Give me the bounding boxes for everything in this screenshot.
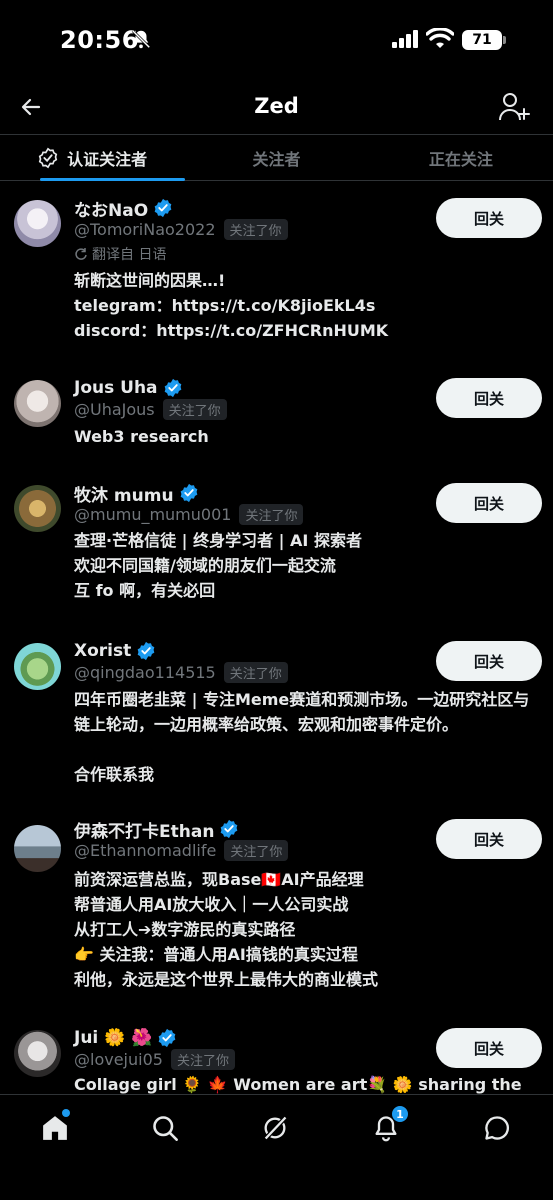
bottom-navigation: 1 <box>0 1094 553 1200</box>
verified-badge-icon <box>159 1028 176 1048</box>
nav-home[interactable] <box>38 1109 72 1145</box>
user-name: Jous Uha <box>74 378 158 398</box>
home-icon <box>43 1116 67 1140</box>
wifi-icon <box>426 28 454 48</box>
tab-following[interactable]: 正在关注 <box>369 135 553 180</box>
tab-label: 关注者 <box>252 149 301 169</box>
user-bio: 四年币圈老韭菜 | 专注Meme赛道和预测市场。一边研究社区与链上轮动，一边用概… <box>74 690 530 784</box>
list-item[interactable]: 伊森不打卡Ethan @Ethannomadlife 关注了你 前资深运营总监，… <box>0 817 553 1022</box>
avatar[interactable] <box>14 643 61 690</box>
list-item[interactable]: Jui 🌼 🌺 @lovejui05 关注了你 Collage girl 🌻 🍁… <box>0 1022 553 1094</box>
user-handle: @lovejui05 <box>74 1049 163 1069</box>
list-item[interactable]: なおNaO @TomoriNao2022 关注了你 翻译自 日语 斩断这世间的因… <box>0 182 553 372</box>
cellular-signal-icon <box>392 30 418 48</box>
follow-back-button[interactable]: 回关 <box>436 641 542 681</box>
status-time: 20:56 <box>60 26 139 54</box>
verified-badge-icon <box>164 378 181 398</box>
follows-you-badge: 关注了你 <box>223 218 288 240</box>
user-bio: Web3 research <box>74 427 209 446</box>
nav-grok[interactable] <box>258 1111 292 1145</box>
nav-search[interactable] <box>148 1111 182 1145</box>
user-bio: 斩断这世间的因果…! telegram：https://t.co/K8jioEk… <box>74 271 389 340</box>
list-item[interactable]: Jous Uha @UhaJous 关注了你 Web3 research 回关 <box>0 372 553 477</box>
follow-back-button[interactable]: 回关 <box>436 1028 542 1068</box>
user-handle: @mumu_mumu001 <box>74 504 232 524</box>
user-name: なおNaO <box>74 200 149 221</box>
add-user-icon <box>499 93 530 121</box>
page-title: Zed <box>254 94 299 118</box>
tab-label: 认证关注者 <box>67 149 148 169</box>
follow-back-button[interactable]: 回关 <box>436 378 542 418</box>
user-handle: @Ethannomadlife <box>74 840 217 860</box>
user-bio: Collage girl 🌻 🍁 Women are art💐 🌼 sharin… <box>74 1075 522 1094</box>
user-bio: 前资深运营总监，现Base🇨🇦AI产品经理 帮普通人用AI放大收入｜一人公司实战… <box>74 870 379 989</box>
notification-badge: 1 <box>391 1105 409 1123</box>
verified-badge-icon <box>221 819 238 839</box>
follows-you-badge: 关注了你 <box>162 398 227 420</box>
avatar[interactable] <box>14 380 61 427</box>
follow-back-button[interactable]: 回关 <box>436 819 542 859</box>
list-item[interactable]: 牧沐 mumu @mumu_mumu001 关注了你 查理·芒格信徒 | 终身学… <box>0 477 553 635</box>
user-list: なおNaO @TomoriNao2022 关注了你 翻译自 日语 斩断这世间的因… <box>0 182 553 1094</box>
grok-icon <box>263 1115 288 1141</box>
follows-you-badge: 关注了你 <box>224 839 289 861</box>
verified-badge-icon <box>137 641 155 661</box>
chat-icon <box>485 1116 509 1140</box>
follows-you-badge: 关注了你 <box>223 661 288 683</box>
bell-off-icon <box>131 29 151 49</box>
follows-you-badge: 关注了你 <box>170 1048 235 1070</box>
verified-badge-icon <box>154 198 172 218</box>
user-bio: 查理·芒格信徒 | 终身学习者 | AI 探索者 欢迎不同国籍/领域的朋友们一起… <box>74 531 362 600</box>
avatar[interactable] <box>14 1030 61 1077</box>
new-content-dot <box>62 1109 70 1117</box>
list-item[interactable]: Xorist @qingdao114515 关注了你 四年币圈老韭菜 | 专注M… <box>0 635 553 817</box>
avatar[interactable] <box>14 485 61 532</box>
verified-check-icon <box>38 147 58 168</box>
translated-label[interactable]: 翻译自 日语 <box>74 244 166 264</box>
nav-notifications[interactable]: 1 <box>369 1105 409 1145</box>
tab-label: 正在关注 <box>428 149 493 169</box>
tab-bar: 认证关注者 关注者 正在关注 <box>0 134 553 181</box>
translate-icon <box>75 248 87 260</box>
status-bar: 20:56 71 <box>0 0 553 80</box>
user-name: 牧沐 mumu <box>74 485 174 506</box>
add-user-button[interactable] <box>497 90 531 124</box>
follows-you-badge: 关注了你 <box>239 503 304 525</box>
user-handle: @UhaJous <box>74 399 155 419</box>
verified-badge-icon <box>180 483 197 503</box>
avatar[interactable] <box>14 200 61 247</box>
follow-back-button[interactable]: 回关 <box>436 483 542 523</box>
battery-indicator: 71 <box>462 30 506 50</box>
follow-back-button[interactable]: 回关 <box>436 198 542 238</box>
user-handle: @qingdao114515 <box>74 662 216 682</box>
user-name: 伊森不打卡Ethan <box>74 821 215 842</box>
tab-verified-followers[interactable]: 认证关注者 <box>0 135 186 181</box>
top-bar: Zed <box>0 80 553 134</box>
user-name: Jui 🌼 🌺 <box>74 1028 153 1048</box>
avatar[interactable] <box>14 825 61 872</box>
user-name: Xorist <box>74 641 132 661</box>
tab-followers[interactable]: 关注者 <box>184 135 368 180</box>
nav-messages[interactable] <box>480 1111 514 1145</box>
user-handle: @TomoriNao2022 <box>74 219 216 239</box>
search-icon <box>153 1116 178 1141</box>
